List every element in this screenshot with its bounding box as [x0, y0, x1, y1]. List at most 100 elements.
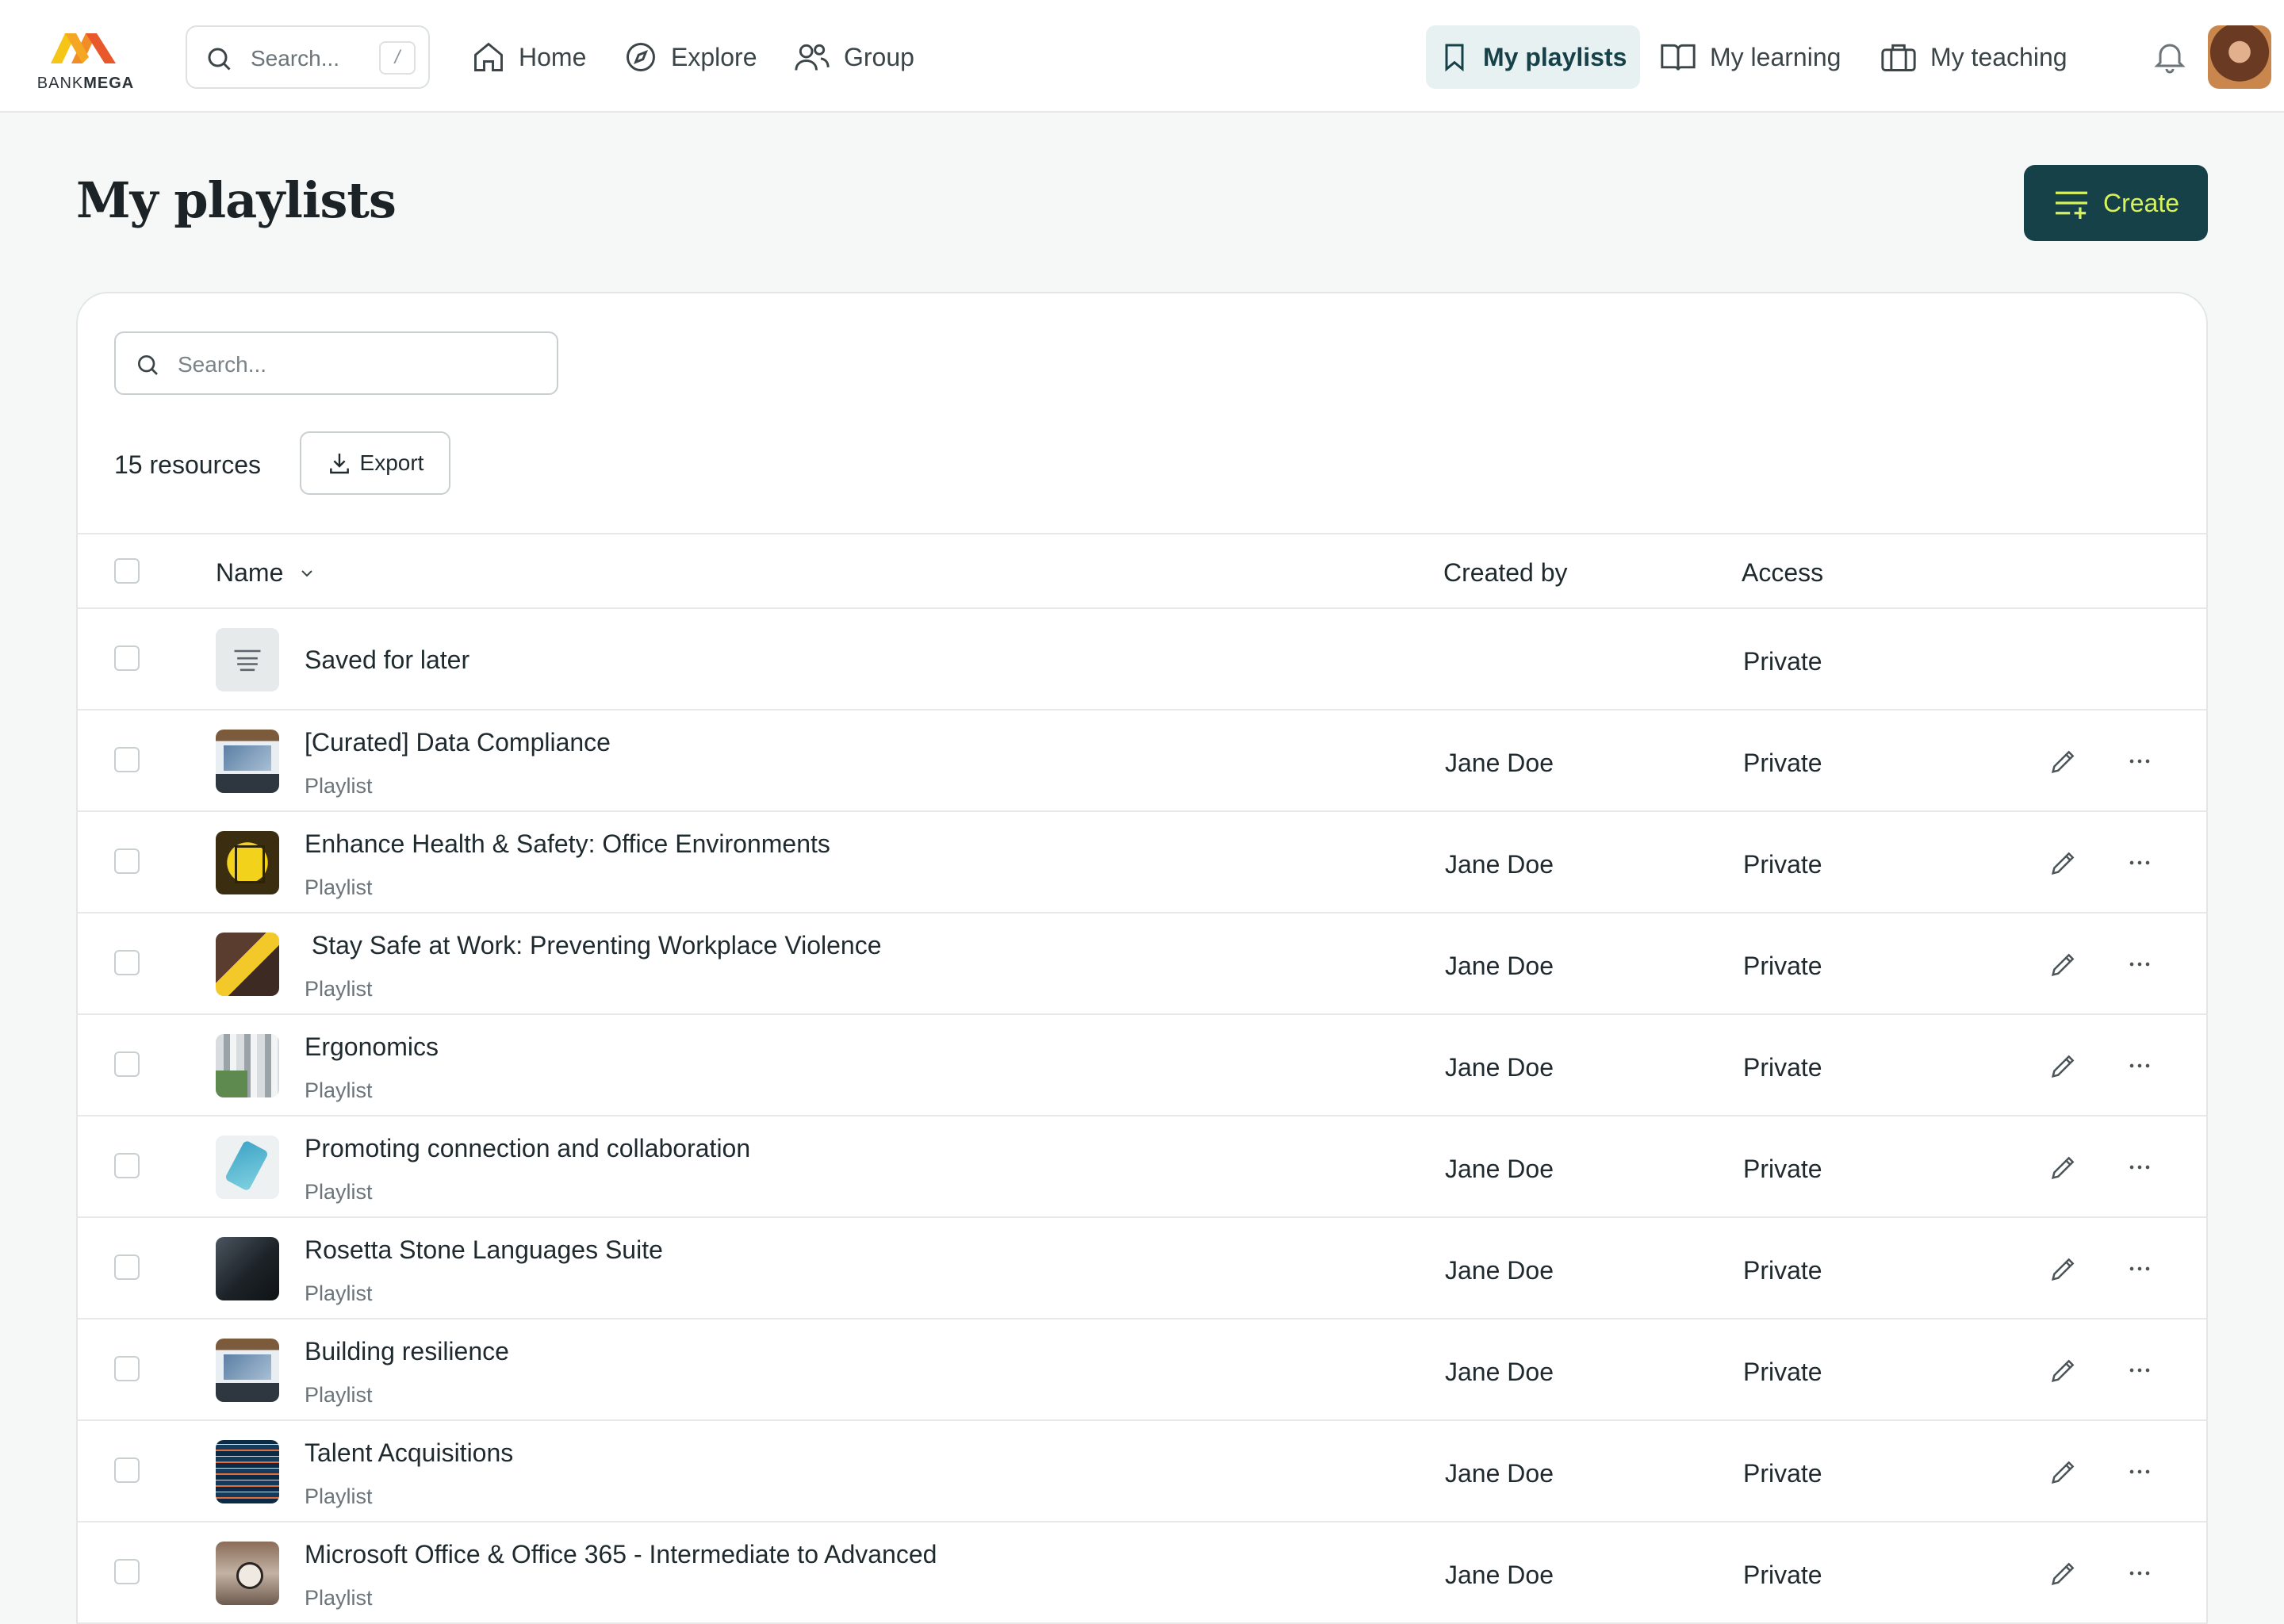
- search-icon: [138, 355, 158, 375]
- table-row[interactable]: Saved for later Private: [78, 609, 2206, 710]
- edit-pencil-icon[interactable]: [2048, 1456, 2079, 1492]
- playlists-table: Name Created by Access Saved for later P…: [78, 533, 2206, 1624]
- edit-pencil-icon[interactable]: [2048, 1354, 2079, 1390]
- nav-explore[interactable]: Explore: [611, 25, 770, 89]
- more-options-icon[interactable]: [2124, 847, 2156, 883]
- nav-home[interactable]: Home: [458, 25, 599, 89]
- nav-my-learning[interactable]: My learning: [1646, 25, 1853, 89]
- home-icon: [474, 42, 503, 71]
- column-header-created-by: Created by: [1443, 558, 1568, 587]
- edit-pencil-icon[interactable]: [2048, 847, 2079, 883]
- more-options-icon[interactable]: [2124, 1253, 2156, 1289]
- more-options-icon[interactable]: [2124, 1050, 2156, 1086]
- row-access: Private: [1743, 1561, 1822, 1589]
- row-title[interactable]: Enhance Health & Safety: Office Environm…: [305, 829, 830, 859]
- playlist-thumbnail: [216, 831, 279, 894]
- nav-my-playlists[interactable]: My playlists: [1426, 25, 1640, 89]
- logo-text-mega: MEGA: [83, 75, 135, 92]
- user-avatar[interactable]: [2208, 25, 2271, 89]
- row-created-by: Jane Doe: [1445, 749, 1554, 777]
- export-button[interactable]: Export: [300, 431, 450, 495]
- nav-group-label: Group: [844, 42, 914, 71]
- download-icon: [329, 454, 349, 474]
- row-checkbox[interactable]: [114, 1153, 140, 1178]
- row-title[interactable]: [Curated] Data Compliance: [305, 728, 611, 757]
- row-title[interactable]: Talent Acquisitions: [305, 1438, 513, 1468]
- row-type: Playlist: [305, 774, 373, 798]
- page-title: My playlists: [76, 171, 397, 229]
- table-row[interactable]: Stay Safe at Work: Preventing Workplace …: [78, 914, 2206, 1015]
- row-type: Playlist: [305, 1586, 373, 1610]
- row-checkbox[interactable]: [114, 1559, 140, 1584]
- search-shortcut-key: /: [379, 41, 416, 75]
- table-row[interactable]: Microsoft Office & Office 365 - Intermed…: [78, 1522, 2206, 1624]
- row-access: Private: [1743, 1155, 1822, 1183]
- row-type: Playlist: [305, 1281, 373, 1305]
- edit-pencil-icon[interactable]: [2048, 745, 2079, 781]
- table-row[interactable]: Promoting connection and collaboration P…: [78, 1116, 2206, 1218]
- table-row[interactable]: Building resilience Playlist Jane Doe Pr…: [78, 1320, 2206, 1421]
- row-title[interactable]: Ergonomics: [305, 1032, 439, 1062]
- nav-group[interactable]: Group: [780, 25, 927, 89]
- bell-icon[interactable]: [2151, 36, 2189, 76]
- row-created-by: Jane Doe: [1445, 1256, 1554, 1285]
- top-navigation-bar: BANKMEGA Search... / Home Explore Group …: [0, 0, 2284, 113]
- edit-pencil-icon[interactable]: [2048, 1050, 2079, 1086]
- row-checkbox[interactable]: [114, 1051, 140, 1077]
- playlist-search-input[interactable]: Search...: [114, 331, 558, 395]
- global-search-input[interactable]: Search... /: [186, 25, 430, 89]
- row-title[interactable]: Microsoft Office & Office 365 - Intermed…: [305, 1540, 937, 1569]
- create-button[interactable]: Create: [2024, 165, 2208, 241]
- row-title[interactable]: Stay Safe at Work: Preventing Workplace …: [305, 931, 882, 960]
- more-options-icon[interactable]: [2124, 1557, 2156, 1593]
- row-checkbox[interactable]: [114, 1457, 140, 1483]
- export-button-label: Export: [359, 450, 424, 475]
- column-header-name-label: Name: [216, 558, 284, 587]
- row-checkbox[interactable]: [114, 848, 140, 874]
- table-row[interactable]: Rosetta Stone Languages Suite Playlist J…: [78, 1218, 2206, 1320]
- row-title[interactable]: Building resilience: [305, 1337, 509, 1366]
- users-icon: [795, 44, 830, 71]
- logo-text-bank: BANK: [36, 75, 84, 92]
- row-title[interactable]: Promoting connection and collaboration: [305, 1134, 750, 1163]
- more-options-icon[interactable]: [2124, 745, 2156, 781]
- row-type: Playlist: [305, 875, 373, 899]
- chevron-down-icon: [301, 569, 313, 576]
- more-options-icon[interactable]: [2124, 948, 2156, 984]
- playlists-card: Search... 15 resources Export Name Creat…: [76, 292, 2208, 1624]
- more-options-icon[interactable]: [2124, 1456, 2156, 1492]
- table-row[interactable]: [Curated] Data Compliance Playlist Jane …: [78, 710, 2206, 812]
- playlist-thumbnail: [216, 1237, 279, 1300]
- saved-list-icon: [216, 628, 279, 691]
- bank-mega-logo[interactable]: BANKMEGA: [36, 29, 135, 92]
- row-checkbox[interactable]: [114, 1254, 140, 1280]
- row-title[interactable]: Rosetta Stone Languages Suite: [305, 1235, 663, 1265]
- row-checkbox[interactable]: [114, 1356, 140, 1381]
- nav-my-teaching[interactable]: My teaching: [1867, 25, 2080, 89]
- edit-pencil-icon[interactable]: [2048, 1151, 2079, 1187]
- playlist-thumbnail: [216, 933, 279, 996]
- edit-pencil-icon[interactable]: [2048, 1253, 2079, 1289]
- row-access: Private: [1743, 1358, 1822, 1386]
- more-options-icon[interactable]: [2124, 1151, 2156, 1187]
- table-row[interactable]: Talent Acquisitions Playlist Jane Doe Pr…: [78, 1421, 2206, 1522]
- row-checkbox[interactable]: [114, 747, 140, 772]
- row-created-by: Jane Doe: [1445, 1561, 1554, 1589]
- row-type: Playlist: [305, 1383, 373, 1407]
- table-row[interactable]: Enhance Health & Safety: Office Environm…: [78, 812, 2206, 914]
- table-row[interactable]: Ergonomics Playlist Jane Doe Private: [78, 1015, 2206, 1116]
- row-type: Playlist: [305, 1180, 373, 1204]
- bookmark-icon: [1445, 44, 1464, 72]
- row-checkbox[interactable]: [114, 950, 140, 975]
- row-created-by: Jane Doe: [1445, 952, 1554, 980]
- compass-icon: [627, 43, 655, 71]
- edit-pencil-icon[interactable]: [2048, 948, 2079, 984]
- row-checkbox[interactable]: [114, 645, 140, 671]
- column-header-name[interactable]: Name: [216, 558, 316, 588]
- row-title[interactable]: Saved for later: [305, 645, 469, 675]
- select-all-checkbox[interactable]: [114, 558, 140, 584]
- row-created-by: Jane Doe: [1445, 1358, 1554, 1386]
- edit-pencil-icon[interactable]: [2048, 1557, 2079, 1593]
- nav-my-teaching-label: My teaching: [1930, 42, 2067, 71]
- more-options-icon[interactable]: [2124, 1354, 2156, 1390]
